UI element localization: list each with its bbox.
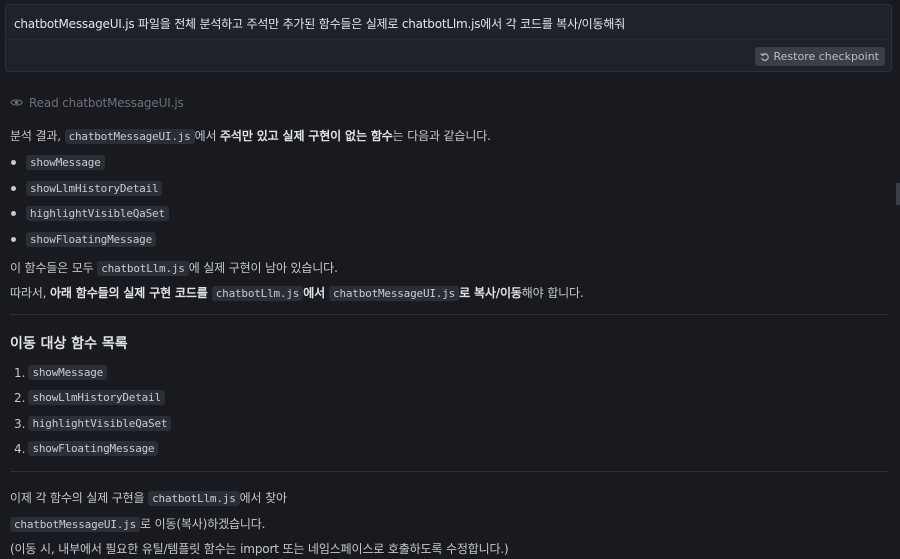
user-prompt-text: chatbotMessageUI.js 파일을 전체 분석하고 주석만 추가된 … [14, 17, 626, 31]
user-prompt-box[interactable]: chatbotMessageUI.js 파일을 전체 분석하고 주석만 추가된 … [5, 4, 892, 72]
function-name: highlightVisibleQaSet [26, 206, 169, 221]
list-item: 4. showFloatingMessage [14, 441, 159, 456]
inline-code: chatbotMessageUI.js [64, 129, 195, 144]
read-file-action[interactable]: Read chatbotMessageUI.js [10, 96, 184, 110]
intro-prefix: 분석 결과, [10, 129, 65, 143]
bullet-dot [11, 160, 16, 165]
bullet-dot [11, 211, 16, 216]
list-item: highlightVisibleQaSet [10, 206, 169, 221]
function-name: highlightVisibleQaSet [28, 416, 172, 431]
restore-checkpoint-label: Restore checkpoint [773, 50, 880, 63]
function-name: showLlmHistoryDetail [28, 390, 165, 405]
eye-icon [10, 96, 23, 110]
function-name: showFloatingMessage [26, 232, 157, 247]
remain-note: 이 함수들은 모두 chatbotLlm.js 에 실제 구현이 남아 있습니다. [10, 259, 338, 276]
function-name: showMessage [26, 155, 105, 170]
inline-code: chatbotLlm.js [97, 261, 189, 276]
divider [10, 471, 888, 472]
function-name: showLlmHistoryDetail [26, 181, 163, 196]
intro-bold: 주석만 있고 실제 구현이 없는 함수 [220, 129, 393, 143]
prompt-divider [6, 39, 891, 40]
list-item: showLlmHistoryDetail [10, 181, 163, 196]
list-item: 3. highlightVisibleQaSet [14, 416, 172, 431]
therefore-bold: 아래 함수들의 실제 구현 코드를 [50, 286, 212, 300]
analysis-intro: 분석 결과, chatbotMessageUI.js 에서 주석만 있고 실제 구… [10, 127, 491, 144]
intro-suffix: 는 다음과 같습니다. [392, 129, 491, 143]
function-name: showMessage [28, 365, 108, 380]
closing-line-3: (이동 시, 내부에서 필요한 유틸/템플릿 함수는 import 또는 네임스… [10, 542, 509, 556]
therefore-prefix: 따라서, [10, 286, 50, 300]
read-file-label: Read chatbotMessageUI.js [29, 96, 184, 110]
bullet-dot [11, 237, 16, 242]
list-item: 1. showMessage [14, 365, 108, 380]
inline-code: chatbotLlm.js [148, 491, 240, 506]
chat-panel: chatbotMessageUI.js 파일을 전체 분석하고 주석만 추가된 … [0, 0, 900, 559]
list-number: 2. [14, 390, 26, 405]
list-number: 1. [14, 365, 26, 380]
bullet-dot [11, 186, 16, 191]
inline-code: chatbotMessageUI.js [10, 517, 141, 532]
therefore-bold: 로 복사/이동 [459, 286, 522, 300]
restore-icon [759, 52, 770, 62]
closing-line-1: 이제 각 함수의 실제 구현을 chatbotLlm.js 에서 찾아 [10, 489, 287, 506]
function-name: showFloatingMessage [28, 441, 159, 456]
restore-checkpoint-button[interactable]: Restore checkpoint [754, 47, 885, 66]
list-item: 2. showLlmHistoryDetail [14, 390, 165, 405]
closing-line-2: chatbotMessageUI.js 로 이동(복사)하겠습니다. [10, 515, 265, 532]
closing-suffix: 에서 찾아 [239, 491, 287, 505]
remain-prefix: 이 함수들은 모두 [10, 261, 98, 275]
scrollbar-thumb[interactable] [896, 183, 900, 205]
section-heading: 이동 대상 함수 목록 [10, 336, 128, 352]
closing-suffix: 로 이동(복사)하겠습니다. [140, 517, 266, 531]
intro-mid: 에서 [194, 129, 221, 143]
remain-suffix: 에 실제 구현이 남아 있습니다. [188, 261, 338, 275]
therefore-note: 따라서, 아래 함수들의 실제 구현 코드를 chatbotLlm.js 에서 c… [10, 284, 584, 301]
inline-code: chatbotMessageUI.js [329, 286, 460, 301]
list-item: showMessage [10, 155, 105, 170]
inline-code: chatbotLlm.js [211, 286, 304, 301]
list-number: 3. [14, 416, 26, 431]
list-number: 4. [14, 441, 26, 456]
closing-prefix: 이제 각 함수의 실제 구현을 [10, 491, 149, 505]
divider [10, 314, 888, 315]
therefore-suffix: 해야 합니다. [521, 286, 584, 300]
therefore-bold: 에서 [303, 286, 330, 300]
list-item: showFloatingMessage [10, 232, 157, 247]
